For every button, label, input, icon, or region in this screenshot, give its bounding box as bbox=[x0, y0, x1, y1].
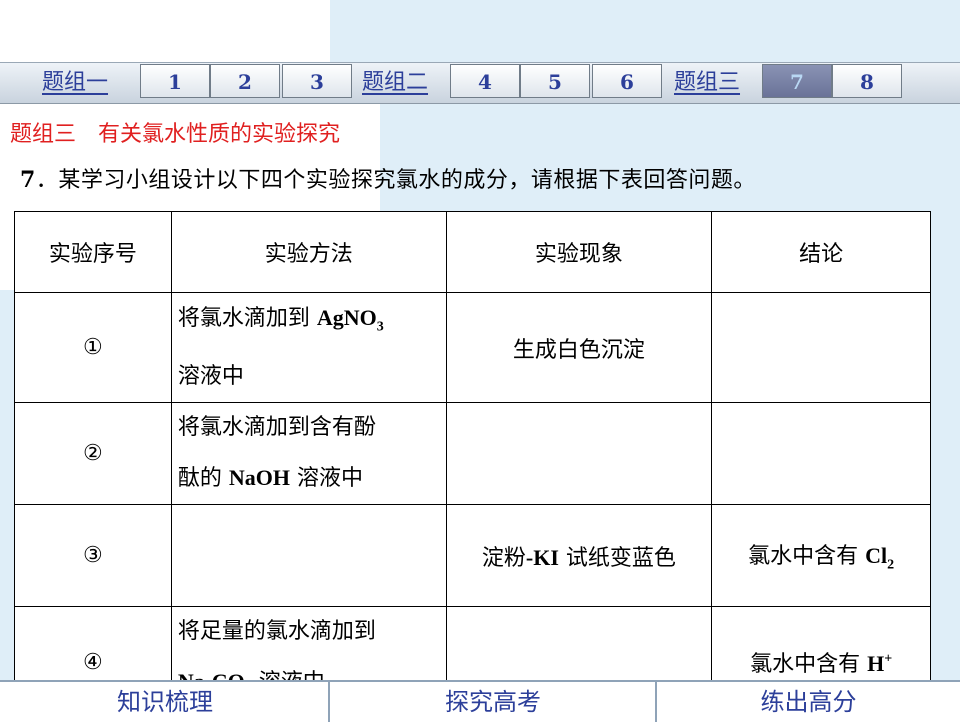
nav-question-2-button[interactable]: 2 bbox=[210, 64, 280, 98]
phenomenon-formula: -KI bbox=[525, 544, 559, 570]
nav-question-1-button[interactable]: 1 bbox=[140, 64, 210, 98]
row-conclusion: 氯水中含有 Cl2 bbox=[711, 504, 931, 608]
method-text-line2: 溶液中 bbox=[177, 364, 244, 390]
footer-nav: 知识梳理 探究高考 练出高分 bbox=[0, 680, 960, 722]
conclusion-text: 氯水中含有 bbox=[748, 544, 866, 570]
row-conclusion bbox=[711, 291, 931, 404]
nav-question-7-button[interactable]: 7 bbox=[762, 64, 832, 98]
table-row: ③ 淀粉-KI 试纸变蓝色 氯水中含有 Cl2 bbox=[14, 504, 931, 608]
formula-part: H bbox=[867, 651, 885, 677]
row-method bbox=[170, 504, 447, 608]
row-phenomenon: 生成白色沉淀 bbox=[445, 291, 713, 404]
conclusion-formula: H+ bbox=[867, 651, 892, 676]
method-text: 将氯水滴加到含有酚 bbox=[177, 415, 376, 441]
nav-question-3-button[interactable]: 3 bbox=[282, 64, 352, 98]
method-formula: AgNO3 bbox=[316, 305, 384, 334]
header-experiment-method: 实验方法 bbox=[170, 211, 447, 293]
formula-part: Cl bbox=[865, 543, 888, 569]
header-experiment-number: 实验序号 bbox=[14, 211, 172, 293]
footer-explore-link[interactable]: 探究高考 bbox=[330, 682, 656, 722]
question-text: ．某学习小组设计以下四个实验探究氯水的成分，请根据下表回答问题。 bbox=[35, 168, 756, 193]
method-text-post: 溶液中 bbox=[289, 466, 363, 492]
formula-part: AgNO bbox=[316, 305, 377, 330]
row-method: 将氯水滴加到含有酚 酞的 NaOH 溶液中 bbox=[170, 402, 447, 506]
method-text-pre: 酞的 bbox=[177, 466, 229, 492]
formula-subscript: 3 bbox=[376, 319, 384, 335]
method-text: 将氯水滴加到 bbox=[177, 306, 317, 331]
table-row: ② 将氯水滴加到含有酚 酞的 NaOH 溶液中 bbox=[14, 402, 931, 506]
experiment-table: 实验序号 实验方法 实验现象 结论 ① 将氯水滴加到 AgNO3 溶液中 生成白色… bbox=[14, 211, 931, 718]
row-number: ② bbox=[14, 402, 172, 506]
nav-question-5-button[interactable]: 5 bbox=[520, 64, 590, 98]
question-stem: 7．某学习小组设计以下四个实验探究氯水的成分，请根据下表回答问题。 bbox=[20, 162, 756, 194]
background-block-top bbox=[330, 0, 960, 62]
nav-question-6-button[interactable]: 6 bbox=[592, 64, 662, 98]
nav-group-3-link[interactable]: 题组三 bbox=[674, 68, 740, 98]
row-conclusion bbox=[711, 402, 931, 506]
nav-group-1-link[interactable]: 题组一 bbox=[42, 68, 108, 98]
question-number: 7 bbox=[20, 167, 36, 193]
table-header-row: 实验序号 实验方法 实验现象 结论 bbox=[14, 211, 931, 293]
formula-superscript: + bbox=[884, 651, 893, 667]
method-text: 将足量的氯水滴加到 bbox=[177, 619, 376, 645]
nav-question-8-button[interactable]: 8 bbox=[832, 64, 902, 98]
conclusion-text: 氯水中含有 bbox=[750, 652, 868, 678]
phenomenon-text-pre: 淀粉 bbox=[481, 545, 526, 571]
footer-practice-link[interactable]: 练出高分 bbox=[657, 682, 960, 722]
header-conclusion: 结论 bbox=[711, 211, 931, 293]
nav-group-2-link[interactable]: 题组二 bbox=[362, 68, 428, 98]
row-phenomenon: 淀粉-KI 试纸变蓝色 bbox=[445, 504, 713, 608]
row-phenomenon bbox=[445, 402, 713, 506]
nav-question-4-button[interactable]: 4 bbox=[450, 64, 520, 98]
formula-subscript: 2 bbox=[887, 557, 895, 573]
header-experiment-phenomenon: 实验现象 bbox=[445, 211, 713, 293]
row-number: ① bbox=[14, 291, 172, 404]
method-formula: NaOH bbox=[228, 465, 290, 491]
section-title: 题组三 有关氯水性质的实验探究 bbox=[10, 122, 341, 147]
table-row: ① 将氯水滴加到 AgNO3 溶液中 生成白色沉淀 bbox=[14, 291, 931, 404]
row-method: 将氯水滴加到 AgNO3 溶液中 bbox=[170, 291, 447, 404]
footer-knowledge-link[interactable]: 知识梳理 bbox=[0, 682, 330, 722]
conclusion-formula: Cl2 bbox=[865, 543, 894, 572]
phenomenon-text-post: 试纸变蓝色 bbox=[558, 545, 676, 571]
row-number: ③ bbox=[14, 504, 172, 608]
